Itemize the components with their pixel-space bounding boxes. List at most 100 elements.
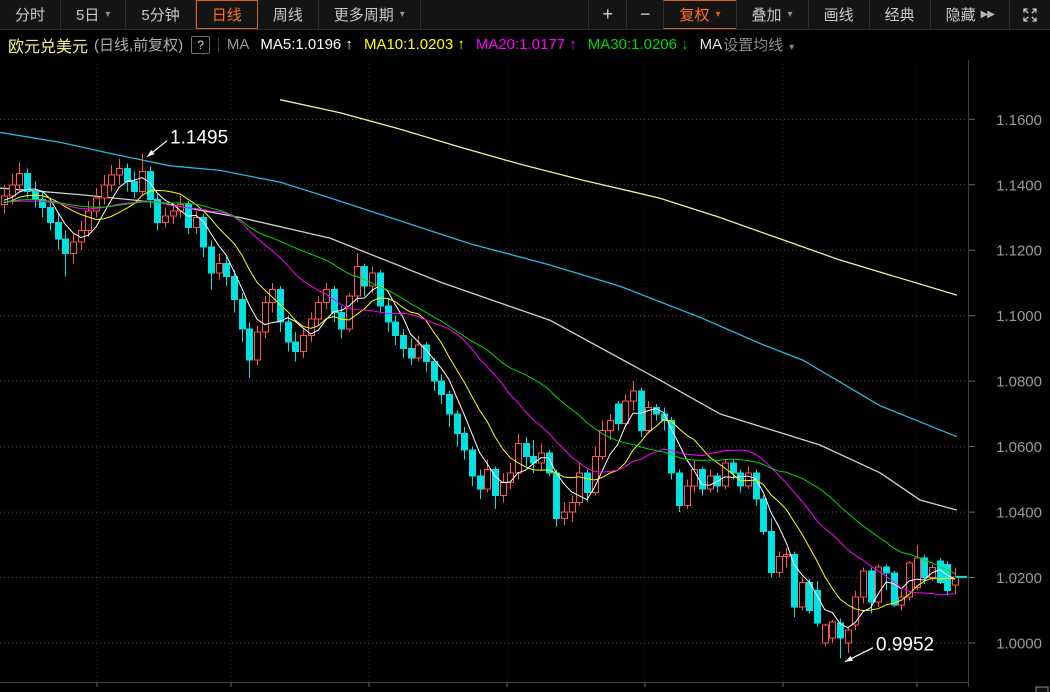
candle bbox=[891, 572, 898, 606]
ma20-line bbox=[3, 200, 956, 596]
candle bbox=[338, 311, 345, 330]
ma-settings-dropdown[interactable]: 设置均线 ▾ bbox=[723, 34, 794, 55]
chevron-down-icon: ▾ bbox=[105, 9, 111, 20]
legend-divider bbox=[217, 37, 219, 52]
candle bbox=[431, 361, 438, 382]
draw-line-label: 画线 bbox=[823, 7, 854, 24]
classic-button[interactable]: 经典 bbox=[868, 0, 930, 29]
candle bbox=[346, 295, 353, 330]
zoom-in-label: + bbox=[602, 4, 613, 24]
candle bbox=[354, 266, 361, 297]
zoom-out-button[interactable]: − bbox=[625, 0, 664, 29]
candle bbox=[699, 469, 706, 490]
candle bbox=[377, 272, 384, 307]
candle bbox=[55, 221, 62, 240]
hide-label: 隐藏 bbox=[945, 7, 976, 24]
candle bbox=[722, 462, 729, 487]
candle bbox=[246, 328, 253, 361]
candle bbox=[223, 262, 230, 277]
candle bbox=[944, 563, 951, 592]
candle bbox=[630, 390, 637, 402]
candle bbox=[300, 334, 307, 353]
weekly-button[interactable]: 周线 bbox=[258, 0, 319, 29]
chart-mode-label: (日线,前复权) bbox=[94, 37, 184, 54]
candle bbox=[70, 241, 77, 255]
candle bbox=[638, 390, 645, 431]
candle bbox=[791, 554, 798, 608]
weekly-label: 周线 bbox=[272, 7, 303, 24]
fullscreen-button[interactable] bbox=[1009, 0, 1050, 29]
candle bbox=[515, 442, 522, 474]
chevron-down-icon: ▾ bbox=[787, 9, 793, 20]
chevron-down-icon: ▾ bbox=[399, 9, 405, 20]
candle bbox=[622, 400, 629, 425]
candle bbox=[615, 403, 622, 425]
toolbar-period-group: 分时 5日 ▾ 5分钟 日线 周线 更多周期 ▾ bbox=[0, 0, 421, 29]
more-periods-button[interactable]: 更多周期 ▾ bbox=[319, 0, 421, 29]
five-day-button[interactable]: 5日 ▾ bbox=[61, 0, 127, 29]
candle bbox=[745, 472, 752, 487]
ma5-line bbox=[3, 177, 956, 629]
annotation-1.1495: 1.1495 bbox=[170, 128, 228, 149]
chevron-down-icon: ▾ bbox=[715, 9, 721, 20]
symbol-name: 欧元兑美元 bbox=[8, 38, 89, 56]
chart-area[interactable]: 1.1600 1.1400 1.1200 1.1000 1.0800 1.0600 1.04… bbox=[0, 0, 1050, 692]
candle bbox=[269, 289, 276, 304]
help-button[interactable]: ? bbox=[191, 35, 210, 54]
candle bbox=[254, 331, 261, 361]
candle bbox=[438, 380, 445, 395]
price-axis-label: 1.1600 bbox=[996, 112, 1042, 129]
ma10-line bbox=[3, 189, 956, 612]
candle bbox=[799, 581, 806, 608]
candle bbox=[147, 171, 154, 201]
candle bbox=[500, 482, 507, 497]
ma-legend-item-3: MA20:1.0177 ↑ bbox=[475, 36, 577, 53]
toolbar: 分时 5日 ▾ 5分钟 日线 周线 更多周期 ▾ + − 复权 ▾ 叠加 ▾ 画线 经典 隐藏 ▶▶ bbox=[0, 0, 1050, 30]
candle bbox=[85, 210, 92, 232]
ma-legend-item-2: MA10:1.0203 ↑ bbox=[363, 36, 465, 53]
minute-view-label: 分时 bbox=[15, 7, 46, 24]
candle bbox=[415, 344, 422, 359]
arrowhead-icon bbox=[845, 655, 853, 662]
daily-label: 日线 bbox=[211, 7, 242, 24]
candle bbox=[914, 557, 921, 588]
long-ma-yellow bbox=[279, 99, 958, 296]
candle bbox=[868, 570, 875, 603]
overlay-label: 叠加 bbox=[751, 7, 782, 24]
candle bbox=[561, 511, 568, 520]
five-day-label: 5日 bbox=[76, 7, 100, 24]
candle bbox=[292, 341, 299, 353]
candle bbox=[822, 624, 829, 644]
candle bbox=[408, 347, 415, 359]
candle bbox=[446, 393, 453, 415]
zoom-in-button[interactable]: + bbox=[588, 0, 626, 29]
candle bbox=[24, 172, 31, 192]
candle bbox=[262, 302, 269, 333]
candle bbox=[124, 167, 131, 183]
double-right-arrow-icon: ▶▶ bbox=[980, 9, 995, 20]
long-ma-white bbox=[0, 187, 958, 511]
price-axis-label: 1.1200 bbox=[996, 243, 1042, 260]
classic-label: 经典 bbox=[884, 7, 915, 24]
candle bbox=[484, 469, 491, 490]
daily-button[interactable]: 日线 bbox=[195, 0, 258, 29]
candle bbox=[170, 210, 177, 217]
candle bbox=[131, 181, 138, 192]
candle bbox=[193, 217, 200, 228]
candle bbox=[676, 472, 683, 507]
candle bbox=[760, 498, 767, 533]
candle bbox=[116, 167, 123, 176]
five-minute-button[interactable]: 5分钟 bbox=[126, 0, 196, 29]
indicator-label: MA bbox=[226, 36, 250, 53]
mini-panel-toggle[interactable] bbox=[1035, 686, 1049, 692]
candle bbox=[101, 184, 108, 199]
candle bbox=[392, 321, 399, 336]
hide-button[interactable]: 隐藏 ▶▶ bbox=[929, 0, 1009, 29]
candle bbox=[277, 289, 284, 323]
price-axis-label: 1.0200 bbox=[996, 570, 1042, 587]
candle bbox=[47, 207, 54, 223]
overlay-button[interactable]: 叠加 ▾ bbox=[735, 0, 808, 29]
minute-view-button[interactable]: 分时 bbox=[0, 0, 62, 29]
adjust-mode-button[interactable]: 复权 ▾ bbox=[663, 0, 736, 29]
draw-line-button[interactable]: 画线 bbox=[807, 0, 869, 29]
